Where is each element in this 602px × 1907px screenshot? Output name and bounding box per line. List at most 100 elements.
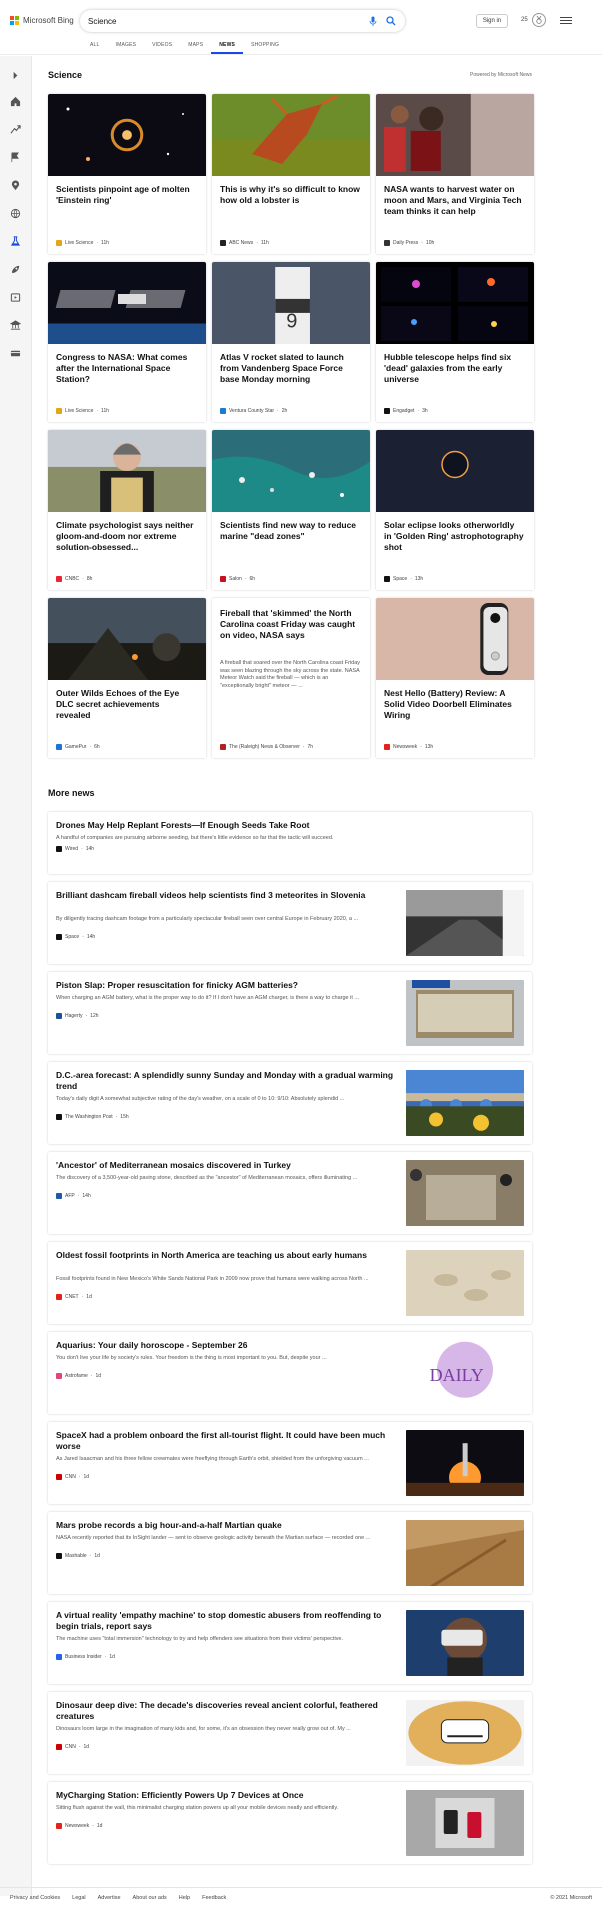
search-box[interactable]: Science xyxy=(80,10,405,32)
location-icon[interactable] xyxy=(10,180,21,191)
news-row[interactable]: MyCharging Station: Efficiently Powers U… xyxy=(48,1782,532,1864)
card-image[interactable] xyxy=(212,430,370,512)
row-title[interactable]: Drones May Help Replant Forests—If Enoug… xyxy=(56,820,516,831)
news-row[interactable]: SpaceX had a problem onboard the first a… xyxy=(48,1422,532,1504)
card-image[interactable] xyxy=(376,94,534,176)
tab-all[interactable]: ALL xyxy=(82,38,108,54)
footer-link[interactable]: Legal xyxy=(72,1895,85,1901)
news-row[interactable]: Aquarius: Your daily horoscope - Septemb… xyxy=(48,1332,532,1414)
row-title[interactable]: D.C.-area forecast: A splendidly sunny S… xyxy=(56,1070,396,1092)
row-thumbnail[interactable] xyxy=(406,980,524,1046)
news-card[interactable]: Outer Wilds Echoes of the Eye DLC secret… xyxy=(48,598,206,758)
row-thumbnail[interactable] xyxy=(406,1700,524,1766)
trending-icon[interactable] xyxy=(10,124,21,135)
science-icon[interactable] xyxy=(10,236,21,247)
row-thumbnail[interactable] xyxy=(406,1520,524,1586)
footer-link[interactable]: Help xyxy=(179,1895,190,1901)
card-image[interactable] xyxy=(48,94,206,176)
tab-news[interactable]: NEWS xyxy=(211,38,244,54)
news-card[interactable]: Solar eclipse looks otherworldly in 'Gol… xyxy=(376,430,534,590)
expand-icon[interactable] xyxy=(10,70,21,81)
news-row[interactable]: D.C.-area forecast: A splendidly sunny S… xyxy=(48,1062,532,1144)
news-card[interactable]: This is why it's so difficult to know ho… xyxy=(212,94,370,254)
card-title[interactable]: Scientists pinpoint age of molten 'Einst… xyxy=(56,184,196,206)
row-thumbnail[interactable] xyxy=(406,1250,524,1316)
row-thumbnail[interactable] xyxy=(406,890,524,956)
card-image[interactable] xyxy=(376,598,534,680)
flag-icon[interactable] xyxy=(10,152,21,163)
tab-maps[interactable]: MAPS xyxy=(180,38,211,54)
card-title[interactable]: Hubble telescope helps find six 'dead' g… xyxy=(384,352,524,385)
news-card[interactable]: Nest Hello (Battery) Review: A Solid Vid… xyxy=(376,598,534,758)
footer-link[interactable]: About our ads xyxy=(133,1895,167,1901)
card-image[interactable] xyxy=(48,262,206,344)
news-card[interactable]: Scientists pinpoint age of molten 'Einst… xyxy=(48,94,206,254)
row-title[interactable]: Dinosaur deep dive: The decade's discove… xyxy=(56,1700,396,1722)
footer-link[interactable]: Advertise xyxy=(98,1895,121,1901)
entertainment-icon[interactable] xyxy=(10,292,21,303)
news-card[interactable]: NASA wants to harvest water on moon and … xyxy=(376,94,534,254)
row-thumbnail[interactable] xyxy=(406,1790,524,1856)
card-title[interactable]: Congress to NASA: What comes after the I… xyxy=(56,352,196,385)
news-row[interactable]: Oldest fossil footprints in North Americ… xyxy=(48,1242,532,1324)
hamburger-icon[interactable] xyxy=(560,15,572,27)
card-title[interactable]: Scientists find new way to reduce marine… xyxy=(220,520,360,542)
card-title[interactable]: Solar eclipse looks otherworldly in 'Gol… xyxy=(384,520,524,553)
row-title[interactable]: Brilliant dashcam fireball videos help s… xyxy=(56,890,396,901)
card-title[interactable]: This is why it's so difficult to know ho… xyxy=(220,184,360,206)
row-thumbnail[interactable]: DAILY xyxy=(406,1340,524,1406)
news-card[interactable]: 9 Atlas V rocket slated to launch from Va… xyxy=(212,262,370,422)
row-title[interactable]: 'Ancestor' of Mediterranean mosaics disc… xyxy=(56,1160,396,1171)
row-title[interactable]: Mars probe records a big hour-and-a-half… xyxy=(56,1520,396,1531)
row-title[interactable]: Aquarius: Your daily horoscope - Septemb… xyxy=(56,1340,396,1351)
tab-images[interactable]: IMAGES xyxy=(108,38,145,54)
card-image[interactable] xyxy=(212,94,370,176)
footer-link[interactable]: Privacy and Cookies xyxy=(10,1895,60,1901)
card-title[interactable]: Fireball that 'skimmed' the North Caroli… xyxy=(220,608,360,641)
row-thumbnail[interactable] xyxy=(406,1610,524,1676)
bing-logo[interactable]: Microsoft Bing xyxy=(10,16,74,25)
news-row[interactable]: Dinosaur deep dive: The decade's discove… xyxy=(48,1692,532,1774)
news-row[interactable]: Piston Slap: Proper resuscitation for fi… xyxy=(48,972,532,1054)
news-card[interactable]: Climate psychologist says neither gloom-… xyxy=(48,430,206,590)
search-icon[interactable] xyxy=(385,15,397,27)
rewards-button[interactable]: 25 xyxy=(521,13,546,27)
news-row[interactable]: A virtual reality 'empathy machine' to s… xyxy=(48,1602,532,1684)
wallet-icon[interactable] xyxy=(10,348,21,359)
footer-link[interactable]: Feedback xyxy=(202,1895,226,1901)
card-image[interactable]: 9 xyxy=(212,262,370,344)
card-image[interactable] xyxy=(376,262,534,344)
row-thumbnail[interactable] xyxy=(406,1160,524,1226)
globe-icon[interactable] xyxy=(10,208,21,219)
card-image[interactable] xyxy=(48,598,206,680)
home-icon[interactable] xyxy=(10,96,21,107)
row-title[interactable]: SpaceX had a problem onboard the first a… xyxy=(56,1430,396,1452)
tab-videos[interactable]: VIDEOS xyxy=(144,38,180,54)
news-card[interactable]: Hubble telescope helps find six 'dead' g… xyxy=(376,262,534,422)
row-thumbnail[interactable] xyxy=(406,1070,524,1136)
news-row[interactable]: 'Ancestor' of Mediterranean mosaics disc… xyxy=(48,1152,532,1234)
tab-shopping[interactable]: SHOPPING xyxy=(243,38,287,54)
mic-icon[interactable] xyxy=(367,15,379,27)
card-title[interactable]: Atlas V rocket slated to launch from Van… xyxy=(220,352,360,385)
card-title[interactable]: Outer Wilds Echoes of the Eye DLC secret… xyxy=(56,688,196,721)
news-row[interactable]: Brilliant dashcam fireball videos help s… xyxy=(48,882,532,964)
row-title[interactable]: Oldest fossil footprints in North Americ… xyxy=(56,1250,396,1261)
news-card[interactable]: Scientists find new way to reduce marine… xyxy=(212,430,370,590)
search-input[interactable]: Science xyxy=(88,17,361,26)
card-title[interactable]: Climate psychologist says neither gloom-… xyxy=(56,520,196,553)
card-image[interactable] xyxy=(48,430,206,512)
row-title[interactable]: MyCharging Station: Efficiently Powers U… xyxy=(56,1790,396,1801)
row-title[interactable]: A virtual reality 'empathy machine' to s… xyxy=(56,1610,396,1632)
news-row[interactable]: Mars probe records a big hour-and-a-half… xyxy=(48,1512,532,1594)
sign-in-button[interactable]: Sign in xyxy=(476,14,508,28)
card-title[interactable]: NASA wants to harvest water on moon and … xyxy=(384,184,524,217)
card-image[interactable] xyxy=(376,430,534,512)
card-title[interactable]: Nest Hello (Battery) Review: A Solid Vid… xyxy=(384,688,524,721)
news-card[interactable]: Fireball that 'skimmed' the North Caroli… xyxy=(212,598,370,758)
news-row[interactable]: Drones May Help Replant Forests—If Enoug… xyxy=(48,812,532,874)
rocket-icon[interactable] xyxy=(10,264,21,275)
news-card[interactable]: Congress to NASA: What comes after the I… xyxy=(48,262,206,422)
bank-icon[interactable] xyxy=(10,320,21,331)
row-title[interactable]: Piston Slap: Proper resuscitation for fi… xyxy=(56,980,396,991)
